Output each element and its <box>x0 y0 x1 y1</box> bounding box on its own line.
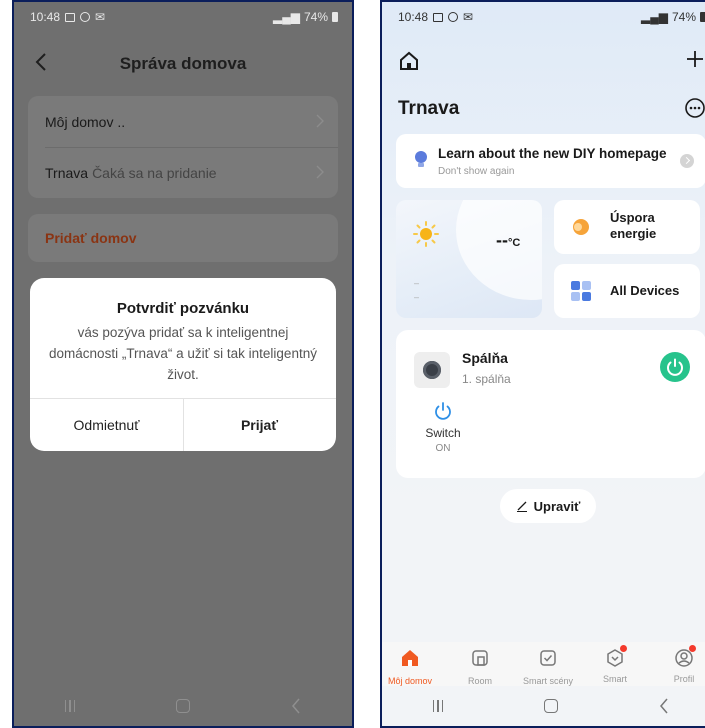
page-title: Správa domova <box>119 54 247 73</box>
all-devices-label: All Devices <box>610 283 680 298</box>
pencil-icon <box>516 501 527 512</box>
room-icon <box>472 650 488 666</box>
chevron-right-icon[interactable] <box>680 154 694 168</box>
devices-grid-icon <box>571 281 591 301</box>
accept-button[interactable]: Prijať <box>183 399 336 451</box>
edit-label: Upraviť <box>533 498 581 514</box>
mail-notification-icon: ✉ <box>463 10 474 24</box>
plus-icon[interactable] <box>686 50 704 68</box>
tab-room[interactable]: Room <box>448 648 512 686</box>
all-devices-tile[interactable]: All Devices <box>554 264 700 318</box>
system-nav-bar <box>382 686 705 726</box>
confirm-invitation-dialog: Potvrdiť pozvánku vás pozýva pridať sa k… <box>30 278 336 451</box>
power-icon <box>667 358 683 376</box>
home-icon <box>402 650 418 666</box>
phone-screen-home-dashboard: 10:48 ✉ ▂▄▆ 74% Trnava Learn about the n… <box>380 0 705 728</box>
thermostat-device-icon <box>414 352 450 388</box>
diy-homepage-banner[interactable]: Learn about the new DIY homepage Don't s… <box>396 134 705 188</box>
gallery-notification-icon <box>433 12 444 22</box>
system-home-icon[interactable] <box>176 699 191 713</box>
weather-detail: – <box>414 278 420 288</box>
mail-notification-icon: ✉ <box>95 10 106 24</box>
top-nav: Správa domova <box>14 46 352 80</box>
system-back-icon[interactable] <box>659 698 669 714</box>
phone-screen-home-management: 10:48 ✉ ▂▄▆ 74% Správa domova Môj domov … <box>12 0 354 728</box>
temperature-value: --°C <box>496 230 521 250</box>
home-outline-icon[interactable] <box>398 50 420 72</box>
more-options-icon[interactable] <box>684 97 705 119</box>
home-item-name: Môj domov .. <box>45 113 126 130</box>
battery-icon <box>700 12 705 22</box>
banner-title: Learn about the new DIY homepage <box>438 146 667 161</box>
tab-label: Smart scény <box>522 676 573 686</box>
system-home-icon[interactable] <box>544 699 559 713</box>
power-toggle-button[interactable] <box>660 352 690 382</box>
tab-smart-scenes[interactable]: Smart scény <box>516 648 580 686</box>
home-item-name: Trnava <box>45 164 89 181</box>
weather-card[interactable]: --°C – – <box>396 200 542 318</box>
notification-badge <box>620 645 627 652</box>
tab-my-home[interactable]: Môj domov <box>382 648 442 686</box>
system-back-icon[interactable] <box>291 698 301 714</box>
dialog-title: Potvrdiť pozvánku <box>116 300 250 317</box>
system-nav-bar <box>14 686 352 726</box>
home-name-title[interactable]: Trnava <box>398 98 459 120</box>
tab-label: Môj domov <box>387 676 432 686</box>
status-bar: 10:48 ✉ ▂▄▆ 74% <box>382 2 705 32</box>
notification-badge <box>689 645 696 652</box>
chevron-right-icon <box>316 165 324 179</box>
whatsapp-notification-icon <box>448 12 459 22</box>
lightbulb-icon <box>415 151 427 167</box>
switch-label: Switch <box>425 426 461 440</box>
home-list: Môj domov .. Trnava Čaká sa na pridanie <box>28 96 338 198</box>
switch-state: ON <box>435 443 451 454</box>
gallery-notification-icon <box>65 12 76 22</box>
dialog-message: vás pozýva pridať sa k inteligentnej dom… <box>49 325 317 382</box>
recent-apps-icon[interactable] <box>432 700 444 712</box>
energy-tile-label: Úspora energie <box>610 210 657 241</box>
energy-saving-tile[interactable]: Úspora energie <box>554 200 700 254</box>
battery-percent: 74% <box>671 10 696 24</box>
battery-icon <box>332 12 338 22</box>
tab-label: Smart <box>602 674 627 684</box>
chevron-right-icon <box>316 114 324 128</box>
status-bar: 10:48 ✉ ▂▄▆ 74% <box>14 2 352 32</box>
signal-icon: ▂▄▆ <box>273 10 300 24</box>
status-time: 10:48 <box>398 10 429 24</box>
sun-icon <box>413 221 439 247</box>
whatsapp-notification-icon <box>80 12 91 22</box>
status-time: 10:48 <box>30 10 61 24</box>
signal-icon: ▂▄▆ <box>641 10 668 24</box>
temperature-unit: °C <box>508 237 521 249</box>
recent-apps-icon[interactable] <box>64 700 76 712</box>
device-card-bedroom[interactable]: Spálňa 1. spálňa Switch ON <box>396 330 705 478</box>
switch-power-icon[interactable] <box>432 400 454 422</box>
device-room: 1. spálňa <box>462 372 511 386</box>
device-name: Spálňa <box>462 350 508 366</box>
tab-smart[interactable]: Smart <box>583 645 647 684</box>
scene-check-icon <box>540 650 556 666</box>
decline-button[interactable]: Odmietnuť <box>30 399 183 451</box>
weather-detail: – <box>414 292 420 302</box>
add-home-button[interactable]: Pridať domov <box>28 214 338 262</box>
energy-icon <box>573 219 589 235</box>
battery-percent: 74% <box>303 10 328 24</box>
tab-label: Profil <box>673 674 695 684</box>
tab-profile[interactable]: Profil <box>652 645 705 684</box>
dont-show-again-link[interactable]: Don't show again <box>438 166 514 177</box>
edit-button[interactable]: Upraviť <box>500 489 596 523</box>
tab-label: Room <box>467 676 492 686</box>
home-item-my-home[interactable]: Môj domov .. <box>28 96 338 147</box>
home-item-status: Čaká sa na pridanie <box>92 164 217 181</box>
home-item-trnava[interactable]: Trnava Čaká sa na pridanie <box>28 147 338 198</box>
bottom-tab-bar: Môj domov Room Smart scény Smart Profil <box>382 642 705 690</box>
